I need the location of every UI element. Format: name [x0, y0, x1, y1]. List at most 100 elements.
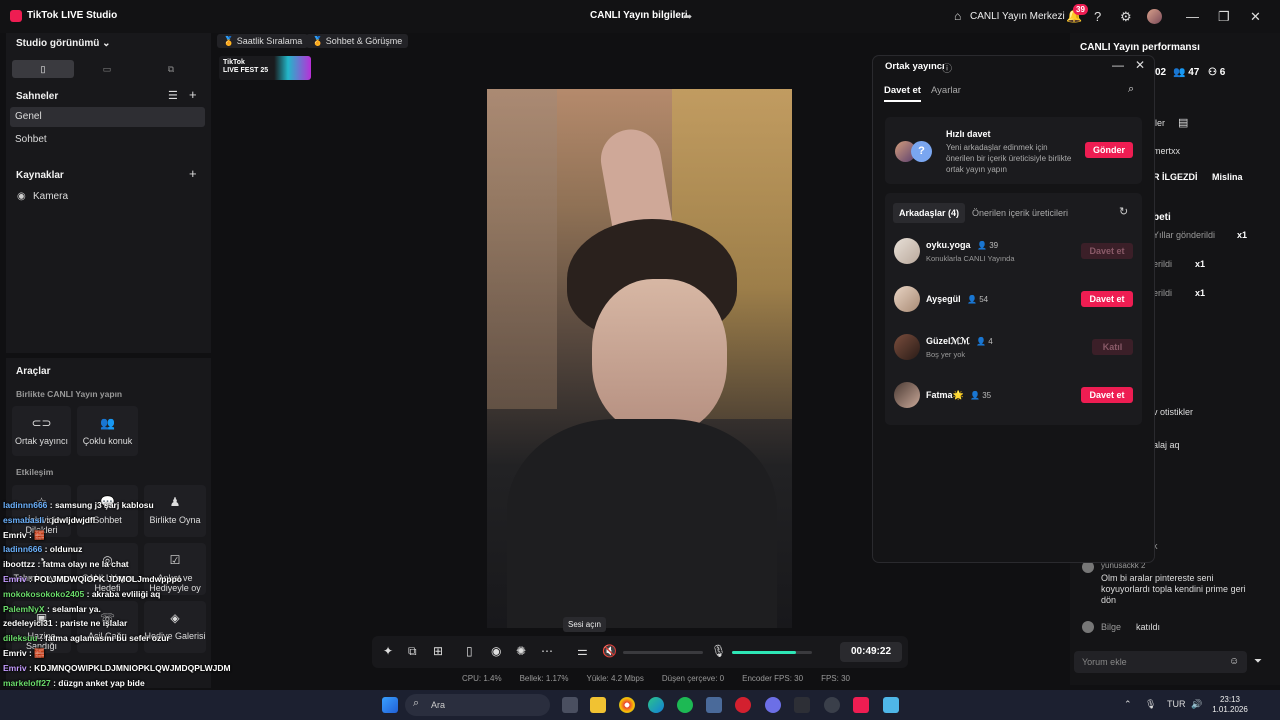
app-icon[interactable]	[706, 697, 722, 713]
record-icon[interactable]: ◉	[491, 644, 501, 658]
multi-guest-button[interactable]: 👥 Çoklu konuk	[77, 406, 138, 456]
chrome-icon[interactable]	[619, 697, 635, 713]
invite-button[interactable]: Davet et	[1081, 243, 1133, 259]
chat-username[interactable]: ladinnn666	[3, 500, 47, 510]
minimize-icon[interactable]: —	[1186, 9, 1199, 24]
studio-view-dropdown[interactable]: Studio görünümü ⌄	[16, 38, 111, 49]
chat-username[interactable]: dileksuu	[3, 633, 37, 643]
language-indicator[interactable]: TUR	[1167, 699, 1186, 709]
spotify-icon[interactable]	[677, 697, 693, 713]
join-button[interactable]: Katıl	[1092, 339, 1133, 355]
view-toggle[interactable]: ▯ ▭ ⧉	[12, 60, 202, 78]
clock[interactable]: 23:13 1.01.2026	[1205, 695, 1255, 715]
live-center-button[interactable]: CANLI Yayın Merkezi	[970, 11, 1065, 22]
avatar[interactable]	[894, 334, 920, 360]
avatar[interactable]	[894, 238, 920, 264]
chat-username[interactable]: Emriv	[3, 648, 27, 658]
share-icon[interactable]: ➦	[683, 10, 692, 23]
avatar[interactable]	[1147, 9, 1162, 24]
help-icon[interactable]: ⓘ	[942, 60, 952, 75]
hourly-ranking-tag[interactable]: 🏅 Saatlik Sıralama	[217, 34, 309, 48]
chat-username[interactable]: esmabasli	[3, 515, 44, 525]
chat-username[interactable]: mokokosokoko2405	[3, 589, 84, 599]
co-host-button[interactable]: ⊂⊃ Ortak yayıncı	[12, 406, 71, 456]
windows-start-icon[interactable]	[382, 697, 398, 713]
magic-wand-icon[interactable]: ✦	[383, 644, 393, 658]
chat-username[interactable]: PalemNyX	[3, 604, 45, 614]
home-icon[interactable]: ⌂	[954, 9, 961, 23]
chat-meet-tag[interactable]: 🏅 Sohbet & Görüşme	[306, 34, 409, 48]
filter-icon[interactable]: ⏷	[1254, 656, 1262, 667]
help-icon[interactable]: ?	[1094, 9, 1101, 24]
gift-gallery-button[interactable]: ◈ Hediye Galerisi	[144, 601, 206, 653]
poll-button[interactable]: ☑ Anket ve Hediyeyle oy	[144, 543, 206, 595]
minimize-icon[interactable]: —	[1112, 58, 1124, 72]
right-fragment: beti	[1153, 212, 1171, 223]
opera-icon[interactable]	[735, 697, 751, 713]
play-together-button[interactable]: ♟ Birlikte Oyna	[144, 485, 206, 537]
portrait-view-icon[interactable]: ▯	[12, 60, 74, 78]
speaker-icon[interactable]: 🔊	[1191, 699, 1202, 710]
speaker-volume-slider[interactable]	[623, 651, 703, 654]
effects-icon[interactable]: ⧉	[408, 644, 417, 659]
taskbar-search[interactable]: Ara	[405, 694, 550, 716]
microphone-icon[interactable]: 🎙	[1145, 699, 1156, 710]
terminal-icon[interactable]	[794, 697, 810, 713]
microphone-icon[interactable]: 🎙	[711, 644, 726, 658]
scene-item-genel[interactable]: Genel	[10, 107, 205, 127]
edge-icon[interactable]	[648, 697, 664, 713]
send-button[interactable]: Gönder	[1085, 142, 1133, 158]
stream-icon[interactable]: ✺	[516, 644, 526, 658]
chat-username[interactable]: markeloff27	[3, 678, 51, 688]
comment-input[interactable]: Yorum ekle	[1074, 651, 1247, 673]
chat-username[interactable]: Emriv	[3, 574, 27, 584]
invite-button[interactable]: Davet et	[1081, 387, 1133, 403]
emoji-icon[interactable]: ☺	[1229, 656, 1239, 667]
search-icon[interactable]: ⌕	[1128, 83, 1134, 96]
obs-icon[interactable]	[824, 697, 840, 713]
chat-username[interactable]: zedeleyici31	[3, 618, 53, 628]
live-fest-banner[interactable]: TikTok LIVE FEST 25	[219, 56, 311, 80]
video-preview[interactable]	[487, 89, 792, 628]
chat-button[interactable]: 💬 Sohbet	[77, 485, 138, 537]
mic-volume-slider[interactable]	[732, 651, 812, 654]
tab-friends[interactable]: Arkadaşlar (4)	[893, 203, 966, 223]
mixer-icon[interactable]: ⚌	[577, 644, 588, 658]
tab-invite[interactable]: Davet et	[884, 85, 921, 96]
speaker-muted-icon[interactable]: 🔇	[602, 644, 617, 658]
task-view-icon[interactable]	[562, 697, 578, 713]
landscape-view-icon[interactable]: ▭	[76, 60, 138, 78]
chevron-up-icon[interactable]: ⌃	[1124, 699, 1132, 710]
chat-username[interactable]: ladinn666	[3, 544, 42, 554]
discord-icon[interactable]	[765, 697, 781, 713]
tab-suggested[interactable]: Önerilen içerik üreticileri	[966, 203, 1074, 223]
source-item-camera[interactable]: Kamera	[33, 191, 68, 202]
right-fragment: x1	[1237, 230, 1248, 240]
multi-view-icon[interactable]: ⧉	[140, 60, 202, 78]
invite-button[interactable]: Davet et	[1081, 291, 1133, 307]
gear-icon[interactable]: ⚙	[1120, 9, 1132, 25]
tab-settings[interactable]: Ayarlar	[931, 85, 961, 96]
layout-icon[interactable]: ⊞	[433, 644, 443, 658]
chat-username[interactable]: Emriv	[3, 663, 27, 673]
app-icon[interactable]	[883, 697, 899, 713]
close-icon[interactable]: ✕	[1135, 58, 1145, 72]
maximize-icon[interactable]: ❐	[1218, 9, 1230, 25]
clipboard-icon[interactable]: ▤	[1178, 116, 1188, 129]
list-icon[interactable]: ☰	[168, 89, 178, 102]
chat-username[interactable]: Emriv	[3, 530, 27, 540]
scene-item-sohbet[interactable]: Sohbet	[10, 130, 205, 150]
avatar[interactable]	[894, 286, 920, 312]
folder-icon[interactable]	[590, 697, 606, 713]
person-icon: 👤	[970, 391, 983, 400]
add-source-icon[interactable]: +	[189, 166, 197, 181]
close-icon[interactable]: ✕	[1250, 9, 1261, 25]
refresh-icon[interactable]: ↻	[1119, 205, 1128, 218]
add-scene-icon[interactable]: +	[189, 87, 197, 102]
chat-username[interactable]: iboottzz	[3, 559, 35, 569]
avatar[interactable]	[894, 382, 920, 408]
phone-icon[interactable]: ▯	[466, 644, 473, 658]
more-icon[interactable]: ⋯	[541, 644, 553, 658]
tiktok-studio-icon[interactable]	[853, 697, 869, 713]
live-info-title[interactable]: CANLI Yayın bilgileri	[590, 10, 688, 21]
